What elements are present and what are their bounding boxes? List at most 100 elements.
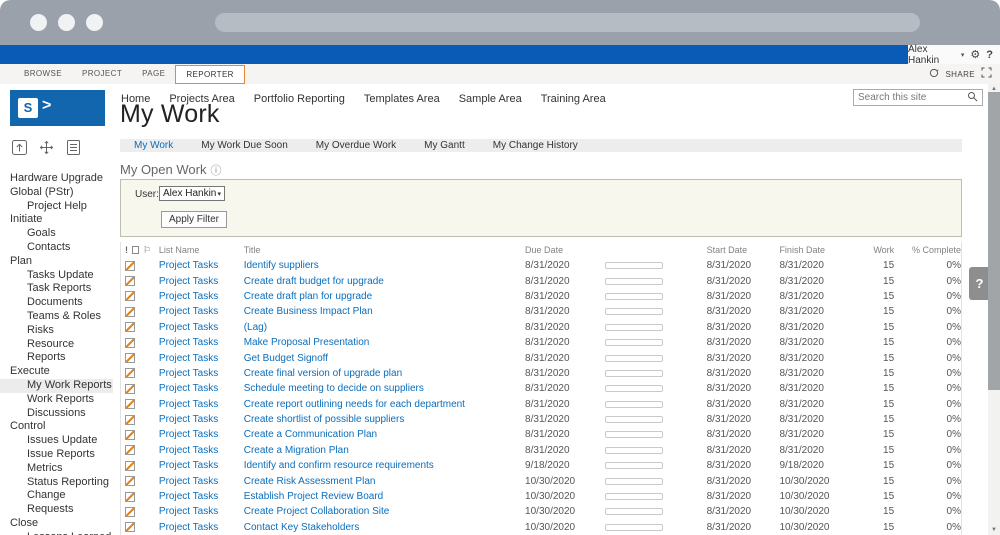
task-title-link[interactable]: Get Budget Signoff bbox=[244, 353, 525, 364]
sidebar-item-resource-reports[interactable]: Resource Reports bbox=[0, 338, 113, 366]
share-button[interactable]: SHARE bbox=[945, 70, 975, 79]
flag-column-icon[interactable]: ⚐ bbox=[143, 245, 151, 256]
list-name-link[interactable]: Project Tasks bbox=[159, 414, 244, 425]
nav-portfolio-reporting[interactable]: Portfolio Reporting bbox=[254, 93, 345, 105]
list-name-link[interactable]: Project Tasks bbox=[159, 322, 244, 333]
edit-item-icon[interactable] bbox=[125, 415, 135, 425]
list-name-link[interactable]: Project Tasks bbox=[159, 445, 244, 456]
sidebar-item-discussions[interactable]: Discussions bbox=[0, 407, 113, 421]
edit-item-icon[interactable] bbox=[125, 353, 135, 363]
task-title-link[interactable]: Establish Project Review Board bbox=[244, 491, 525, 502]
edit-item-icon[interactable] bbox=[125, 276, 135, 286]
move-arrows-icon[interactable] bbox=[38, 139, 55, 161]
list-name-link[interactable]: Project Tasks bbox=[159, 476, 244, 487]
list-name-link[interactable]: Project Tasks bbox=[159, 460, 244, 471]
task-title-link[interactable]: Create Project Collaboration Site bbox=[244, 506, 525, 517]
list-name-link[interactable]: Project Tasks bbox=[159, 337, 244, 348]
nav-sample-area[interactable]: Sample Area bbox=[459, 93, 522, 105]
sidebar-item-initiate[interactable]: Initiate bbox=[0, 213, 113, 227]
edit-item-icon[interactable] bbox=[125, 307, 135, 317]
sidebar-item-plan[interactable]: Plan bbox=[0, 255, 113, 269]
sidebar-item-task-reports[interactable]: Task Reports bbox=[0, 282, 113, 296]
info-icon[interactable]: ⓘ bbox=[210, 165, 221, 177]
sidebar-item-control[interactable]: Control bbox=[0, 420, 113, 434]
list-name-link[interactable]: Project Tasks bbox=[159, 522, 244, 533]
edit-item-icon[interactable] bbox=[125, 522, 135, 532]
task-title-link[interactable]: Identify and confirm resource requiremen… bbox=[244, 460, 525, 471]
list-name-link[interactable]: Project Tasks bbox=[159, 306, 244, 317]
ribbon-tab-page[interactable]: PAGE bbox=[132, 64, 175, 84]
task-title-link[interactable]: Create report outlining needs for each d… bbox=[244, 399, 525, 410]
list-name-link[interactable]: Project Tasks bbox=[159, 506, 244, 517]
task-title-link[interactable]: (Lag) bbox=[244, 322, 525, 333]
help-icon[interactable]: ? bbox=[986, 49, 993, 61]
task-title-link[interactable]: Create shortlist of possible suppliers bbox=[244, 414, 525, 425]
task-title-link[interactable]: Create Business Impact Plan bbox=[244, 306, 525, 317]
task-title-link[interactable]: Schedule meeting to decide on suppliers bbox=[244, 383, 525, 394]
sidebar-item-work-reports[interactable]: Work Reports bbox=[0, 393, 113, 407]
task-title-link[interactable]: Create draft budget for upgrade bbox=[244, 276, 525, 287]
task-title-link[interactable]: Create draft plan for upgrade bbox=[244, 291, 525, 302]
gear-icon[interactable]: ⚙ bbox=[970, 48, 980, 61]
header-finish-date[interactable]: Finish Date bbox=[779, 245, 857, 255]
sharepoint-logo[interactable]: S > bbox=[10, 90, 105, 126]
tab-my-work[interactable]: My Work bbox=[120, 139, 187, 152]
focus-on-content-icon[interactable] bbox=[981, 65, 992, 83]
scrollbar-thumb[interactable] bbox=[988, 92, 1000, 390]
header-title[interactable]: Title bbox=[244, 245, 525, 255]
sidebar-item-close[interactable]: Close bbox=[0, 517, 113, 531]
list-name-link[interactable]: Project Tasks bbox=[159, 399, 244, 410]
document-list-icon[interactable] bbox=[65, 139, 82, 161]
sidebar-item-execute[interactable]: Execute bbox=[0, 365, 113, 379]
sidebar-item-teams-roles[interactable]: Teams & Roles bbox=[0, 310, 113, 324]
task-title-link[interactable]: Identify suppliers bbox=[244, 260, 525, 271]
edit-item-icon[interactable] bbox=[125, 461, 135, 471]
edit-item-icon[interactable] bbox=[125, 445, 135, 455]
header-percent-complete[interactable]: % Complete bbox=[894, 245, 961, 255]
window-maximize-button[interactable] bbox=[86, 14, 103, 31]
edit-item-icon[interactable] bbox=[125, 476, 135, 486]
list-name-link[interactable]: Project Tasks bbox=[159, 429, 244, 440]
help-flyout-tab[interactable]: ? bbox=[969, 267, 990, 300]
edit-item-icon[interactable] bbox=[125, 322, 135, 332]
header-due-date[interactable]: Due Date bbox=[525, 245, 597, 255]
sidebar-item-risks[interactable]: Risks bbox=[0, 324, 113, 338]
edit-item-icon[interactable] bbox=[125, 338, 135, 348]
sidebar-item-my-work-reports[interactable]: My Work Reports bbox=[0, 379, 113, 393]
sidebar-item-goals[interactable]: Goals bbox=[0, 227, 113, 241]
edit-item-icon[interactable] bbox=[125, 291, 135, 301]
header-work[interactable]: Work bbox=[857, 245, 894, 255]
tab-my-work-due-soon[interactable]: My Work Due Soon bbox=[187, 139, 302, 152]
sidebar-item-documents[interactable]: Documents bbox=[0, 296, 113, 310]
task-title-link[interactable]: Create a Communication Plan bbox=[244, 429, 525, 440]
tab-my-gantt[interactable]: My Gantt bbox=[410, 139, 479, 152]
sidebar-item-project-help[interactable]: Project Help bbox=[0, 200, 113, 214]
list-name-link[interactable]: Project Tasks bbox=[159, 353, 244, 364]
address-bar[interactable] bbox=[215, 13, 920, 32]
vertical-scrollbar[interactable]: ▲ ▼ bbox=[988, 84, 1000, 535]
user-filter-select[interactable]: Alex Hankin ▾ bbox=[159, 186, 225, 201]
edit-item-icon[interactable] bbox=[125, 430, 135, 440]
promote-icon[interactable] bbox=[11, 139, 28, 161]
tab-my-overdue-work[interactable]: My Overdue Work bbox=[302, 139, 410, 152]
apply-filter-button[interactable]: Apply Filter bbox=[161, 211, 227, 228]
task-title-link[interactable]: Create Risk Assessment Plan bbox=[244, 476, 525, 487]
window-close-button[interactable] bbox=[30, 14, 47, 31]
sidebar-item-metrics[interactable]: Metrics bbox=[0, 462, 113, 476]
task-title-link[interactable]: Contact Key Stakeholders bbox=[244, 522, 525, 533]
search-icon[interactable] bbox=[967, 89, 978, 107]
task-title-link[interactable]: Create a Migration Plan bbox=[244, 445, 525, 456]
edit-item-icon[interactable] bbox=[125, 368, 135, 378]
sidebar-item-lessons-learned[interactable]: Lessons Learned bbox=[0, 531, 113, 535]
list-name-link[interactable]: Project Tasks bbox=[159, 491, 244, 502]
edit-item-icon[interactable] bbox=[125, 507, 135, 517]
header-list-name[interactable]: List Name bbox=[159, 245, 244, 255]
edit-item-icon[interactable] bbox=[125, 261, 135, 271]
window-minimize-button[interactable] bbox=[58, 14, 75, 31]
sidebar-item-issue-reports[interactable]: Issue Reports bbox=[0, 448, 113, 462]
search-input[interactable] bbox=[858, 92, 967, 103]
sidebar-item-tasks-update[interactable]: Tasks Update bbox=[0, 269, 113, 283]
edit-item-icon[interactable] bbox=[125, 384, 135, 394]
sidebar-item-change-requests[interactable]: Change Requests bbox=[0, 489, 113, 517]
sidebar-item-hardware-upgrade-global-pstr-[interactable]: Hardware Upgrade Global (PStr) bbox=[0, 172, 113, 200]
